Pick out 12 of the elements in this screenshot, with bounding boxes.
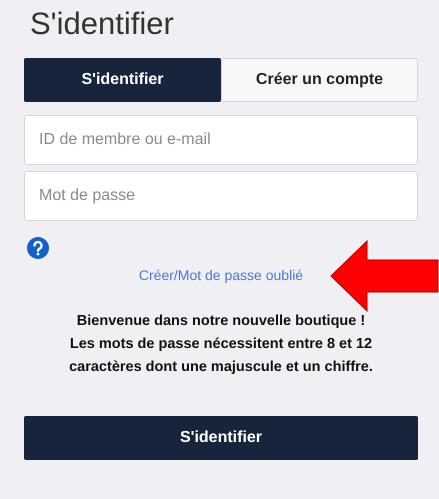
page-title: S'identifier — [30, 5, 175, 43]
welcome-text: Les mots de passe nécessitent entre 8 et 12 — [70, 335, 372, 354]
input-field[interactable]: ID de membre ou e-mail — [24, 115, 418, 165]
sign-in-button[interactable]: S'identifier — [24, 416, 418, 460]
input-field[interactable]: Mot de passe — [24, 171, 418, 221]
arrow-annotation-icon — [330, 240, 439, 312]
forgot-password-link[interactable]: Créer/Mot de passe oublié — [138, 267, 304, 283]
help-icon[interactable] — [27, 237, 49, 259]
tab[interactable]: Créer un compte — [221, 58, 418, 102]
welcome-text: caractères dont une majuscule et un chiffre. — [69, 358, 373, 377]
welcome-text: Bienvenue dans notre nouvelle boutique ! — [76, 312, 366, 331]
tab[interactable]: S'identifier — [24, 58, 221, 102]
